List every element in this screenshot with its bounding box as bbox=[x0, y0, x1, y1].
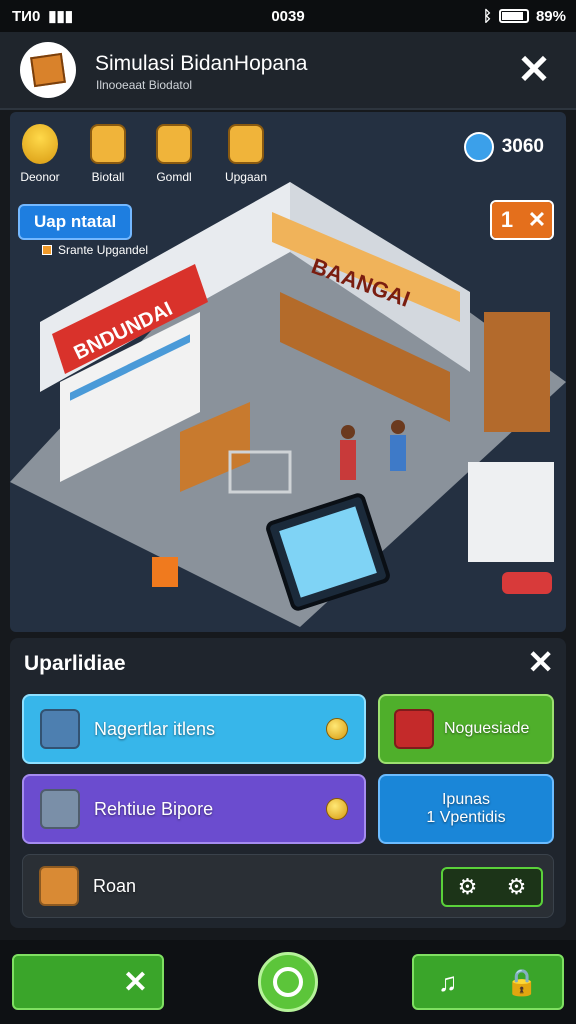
coin-icon bbox=[326, 718, 348, 740]
app-header: Simulasi BidanHopana Ilnooeaat Biodatol … bbox=[0, 32, 576, 110]
crate-icon bbox=[156, 124, 192, 164]
badge-close-button[interactable]: ✕ bbox=[522, 202, 552, 238]
signal-icon: ▮▮▮ bbox=[48, 8, 74, 25]
toy-car bbox=[502, 572, 552, 594]
settings-toggle[interactable]: ⚙ ⚙ bbox=[441, 867, 543, 907]
player-level[interactable]: 3060 bbox=[463, 132, 544, 162]
coin-icon bbox=[326, 798, 348, 820]
shopper2-head bbox=[391, 420, 405, 434]
close-icon: ✕ bbox=[122, 965, 148, 999]
close-button[interactable]: ✕ bbox=[514, 50, 554, 90]
right-display-case bbox=[468, 462, 554, 562]
panel-close-button[interactable]: ✕ bbox=[527, 646, 554, 678]
card-text-group: Ipunas 1 Vpentidis bbox=[426, 791, 505, 827]
app-title: Simulasi BidanHopana bbox=[95, 52, 308, 75]
upgrade-card[interactable]: Ipunas 1 Vpentidis bbox=[378, 774, 554, 844]
panel-title: Uparlidiae bbox=[24, 652, 126, 675]
avatar-icon bbox=[463, 132, 494, 162]
app-logo bbox=[20, 42, 76, 98]
bottom-bar: ✕ ♫ 🔒 bbox=[0, 940, 576, 1024]
level-value: 3060 bbox=[501, 136, 544, 157]
upgrade-card[interactable]: Roan ⚙ ⚙ bbox=[22, 854, 554, 918]
resource-item[interactable]: Biotall bbox=[78, 124, 138, 184]
crate-icon bbox=[39, 866, 79, 906]
music-icon[interactable]: ♫ bbox=[438, 967, 458, 998]
crate-logo-icon bbox=[30, 52, 66, 88]
app-subtitle: Ilnooeaat Biodatol bbox=[96, 78, 193, 92]
home-button[interactable] bbox=[258, 952, 318, 1012]
battery-icon bbox=[498, 9, 529, 23]
battery-percent: 89% bbox=[535, 7, 566, 25]
badge-number: 1 bbox=[492, 202, 522, 238]
status-right: ᛒ 89% bbox=[483, 8, 566, 25]
red-box-icon bbox=[394, 709, 434, 749]
store-illustration: BNDUNDAI BAANGAI bbox=[10, 182, 566, 627]
card-label: Noguesiade bbox=[444, 720, 530, 737]
resource-label: Upgaan bbox=[224, 170, 268, 184]
status-bar: TИ0 ▮▮▮ 0039 ᛒ 89% bbox=[0, 0, 576, 32]
orange-chair bbox=[152, 557, 178, 587]
circle-icon bbox=[273, 967, 303, 997]
coins-icon bbox=[22, 124, 58, 164]
storage-box-icon bbox=[40, 789, 80, 829]
game-scene[interactable]: BNDUNDAI BAANGAI Deonor Biotall Gomdl Up… bbox=[10, 112, 566, 632]
resource-label: Gomdl bbox=[156, 170, 192, 184]
media-buttons[interactable]: ♫ 🔒 bbox=[412, 954, 564, 1010]
right-shelf bbox=[484, 312, 550, 432]
card-label: Nagertlar itlens bbox=[94, 718, 216, 739]
upgrade-panel: Uparlidiae ✕ Nagertlar itlens Noguesiade… bbox=[10, 638, 566, 928]
cancel-button[interactable]: ✕ bbox=[12, 954, 164, 1010]
card-sublabel: 1 Vpentidis bbox=[426, 809, 506, 826]
card-label: Ipunas bbox=[441, 791, 491, 808]
badge-group[interactable]: 1 ✕ bbox=[490, 200, 554, 240]
crate-icon bbox=[90, 124, 126, 164]
upgrade-card[interactable]: Rehtiue Bipore bbox=[22, 774, 366, 844]
resource-label: Biotall bbox=[91, 170, 125, 184]
status-left: TИ0 ▮▮▮ bbox=[12, 7, 74, 26]
resource-item[interactable]: Gomdl bbox=[144, 124, 204, 184]
card-label: Roan bbox=[93, 875, 137, 896]
gear-box-icon bbox=[40, 709, 80, 749]
card-label: Rehtiue Bipore bbox=[94, 798, 214, 819]
crate-icon bbox=[228, 124, 264, 164]
note-icon bbox=[42, 245, 52, 255]
bluetooth-icon: ᛒ bbox=[482, 7, 492, 25]
gear-icon[interactable]: ⚙ bbox=[458, 874, 478, 900]
resource-label: Deonor bbox=[20, 170, 60, 184]
lock-icon[interactable]: 🔒 bbox=[506, 967, 538, 998]
update-note-text: Srante Upgandel bbox=[58, 243, 149, 257]
carrier-text: TИ0 bbox=[12, 7, 41, 25]
shopper2-body bbox=[390, 435, 406, 471]
resource-item[interactable]: Upgaan bbox=[216, 124, 276, 184]
update-button[interactable]: Uap ntatal bbox=[18, 204, 133, 240]
upgrade-card[interactable]: Noguesiade bbox=[378, 694, 554, 764]
gear-icon[interactable]: ⚙ bbox=[507, 874, 527, 900]
resource-item[interactable]: Deonor bbox=[10, 124, 70, 184]
upgrade-card[interactable]: Nagertlar itlens bbox=[22, 694, 366, 764]
update-note: Srante Upgandel bbox=[42, 243, 148, 257]
shopper-head bbox=[341, 425, 355, 439]
shopper-body bbox=[340, 440, 356, 480]
